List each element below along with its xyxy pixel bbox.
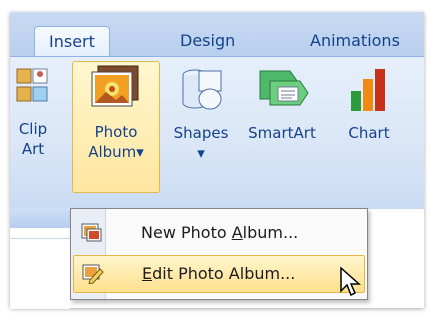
chart-icon (351, 69, 385, 111)
menu-item-label: New Photo Album... (141, 223, 299, 242)
tab-design[interactable]: Design (166, 26, 249, 56)
tab-animations[interactable]: Animations (296, 26, 414, 56)
tab-insert[interactable]: Insert (34, 26, 110, 57)
menu-item-new-photo-album[interactable]: New Photo Album... (73, 215, 363, 251)
clip-art-button[interactable]: Clip Art (6, 63, 60, 189)
ribbon-insert-panel: Clip Art Photo Album▾ Shapes ▾ SmartArt … (10, 56, 424, 209)
new-photo-album-icon (81, 223, 102, 242)
shapes-icon (182, 69, 222, 110)
clip-art-label-1: Clip (18, 120, 48, 138)
clip-art-label-2: Art (21, 140, 45, 158)
shapes-label: Shapes (173, 124, 229, 142)
ribbon-tab-strip: Insert Design Animations (10, 12, 424, 57)
photo-album-button[interactable]: Photo Album▾ (72, 61, 160, 193)
office-window: Insert Design Animations Clip Art Photo … (10, 12, 424, 309)
photo-album-icon (91, 65, 139, 107)
shapes-button[interactable]: Shapes ▾ (168, 63, 234, 189)
chevron-down-icon: ▾ (136, 143, 144, 161)
menu-item-label: Edit Photo Album... (142, 264, 296, 283)
ribbon-group-bar (10, 208, 70, 228)
photo-album-menu: New Photo Album... Edit Photo Album... (70, 208, 368, 300)
mouse-cursor-icon (340, 267, 361, 297)
chevron-down-icon: ▾ (197, 144, 205, 162)
menu-item-edit-photo-album[interactable]: Edit Photo Album... (73, 255, 365, 293)
edit-photo-album-icon (82, 264, 104, 284)
photo-album-label-1: Photo (94, 123, 138, 141)
smartart-button[interactable]: SmartArt (240, 63, 324, 189)
smartart-label: SmartArt (248, 124, 316, 142)
slide-thumbnail-area (10, 238, 70, 309)
clip-art-icon (16, 68, 48, 102)
chart-button[interactable]: Chart (334, 63, 404, 189)
smartart-icon (259, 70, 309, 106)
photo-album-label-2: Album▾ (88, 143, 144, 161)
screenshot-frame: Insert Design Animations Clip Art Photo … (0, 0, 434, 322)
chart-label: Chart (348, 124, 390, 142)
